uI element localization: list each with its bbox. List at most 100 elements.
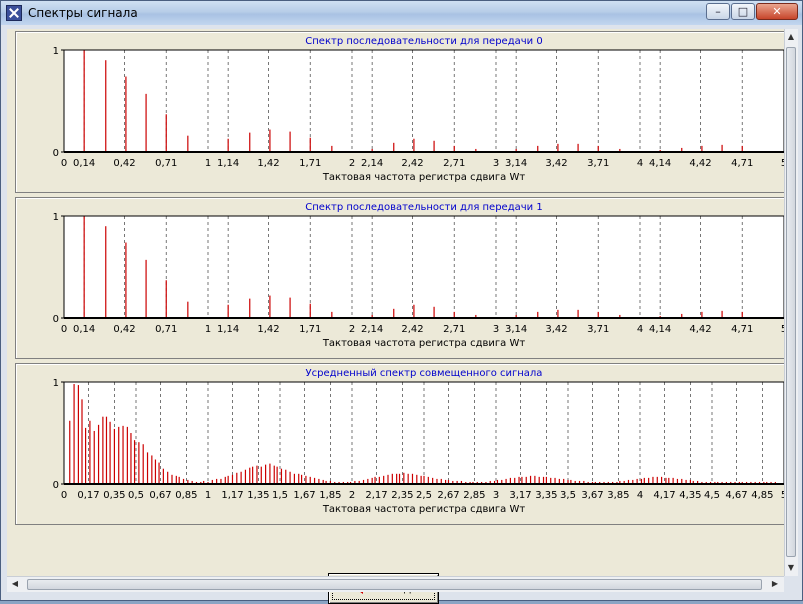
client-area: Спектр последовательности для передачи 0…	[7, 29, 787, 604]
x-tick-label: 4,17	[653, 490, 675, 501]
vertical-scroll-thumb[interactable]	[786, 47, 796, 557]
x-tick-label: 3	[493, 158, 499, 169]
app-icon[interactable]	[6, 5, 22, 21]
x-tick-label: 3,14	[505, 158, 527, 169]
x-tick-label: 0,14	[73, 324, 95, 335]
chart-svg: Усредненный спектр совмещенного сигнала 1…	[53, 368, 787, 515]
x-tick-label: 2	[349, 324, 355, 335]
x-tick-label: 0,42	[113, 158, 135, 169]
x-tick-label: 0,71	[155, 158, 177, 169]
x-tick-label: 2,35	[391, 490, 413, 501]
chart-title: Спектр последовательности для передачи 0	[305, 36, 542, 47]
x-tick-label: 1	[205, 324, 211, 335]
x-tick-label: 0	[61, 490, 67, 501]
x-tick-label: 0,35	[103, 490, 125, 501]
x-tick-label: 0,17	[77, 490, 99, 501]
x-tick-label: 4,71	[731, 158, 753, 169]
chart-svg: Спектр последовательности для передачи 0…	[53, 36, 787, 183]
x-tick-label: 2,85	[463, 490, 485, 501]
x-tick-label: 1,14	[217, 158, 239, 169]
x-tick-label: 4,71	[731, 324, 753, 335]
chart-title: Спектр последовательности для передачи 1	[305, 202, 542, 213]
x-tick-label: 4	[637, 324, 643, 335]
x-tick-label: 3,67	[581, 490, 603, 501]
x-tick-label: 3,14	[505, 324, 527, 335]
scroll-up-arrow-icon[interactable]: ▲	[785, 32, 797, 41]
x-axis-label: Тактовая частота регистра сдвига Wт	[322, 504, 526, 515]
x-axis-label: Тактовая частота регистра сдвига Wт	[322, 338, 526, 349]
minimize-button[interactable]: –	[706, 3, 730, 20]
x-tick-label: 3,85	[607, 490, 629, 501]
x-tick-label: 3,35	[535, 490, 557, 501]
application-window: Спектры сигнала – □ ✕ Спектр последовате…	[0, 0, 803, 604]
plot-area	[64, 216, 784, 318]
x-tick-label: 0,42	[113, 324, 135, 335]
horizontal-scrollbar[interactable]: ◀ ▶	[7, 576, 784, 592]
x-tick-label: 3	[493, 324, 499, 335]
x-tick-label: 3,71	[587, 324, 609, 335]
x-tick-label: 4,67	[725, 490, 747, 501]
x-tick-label: 1,67	[293, 490, 315, 501]
x-tick-label: 2,71	[443, 158, 465, 169]
close-button[interactable]: ✕	[756, 3, 798, 20]
chart-panel-transmit-1: Спектр последовательности для передачи 1…	[15, 197, 787, 359]
x-tick-label: 4,85	[751, 490, 773, 501]
scroll-right-arrow-icon[interactable]: ▶	[769, 579, 781, 588]
x-tick-label: 2,67	[437, 490, 459, 501]
chart-title: Усредненный спектр совмещенного сигнала	[306, 368, 543, 379]
x-tick-label: 1,17	[221, 490, 243, 501]
title-bar[interactable]: Спектры сигнала – □ ✕	[1, 1, 802, 25]
maximize-button[interactable]: □	[731, 3, 755, 20]
x-tick-label: 0,14	[73, 158, 95, 169]
x-tick-label: 1,42	[257, 324, 279, 335]
x-tick-label: 2,42	[401, 324, 423, 335]
x-tick-label: 1,71	[299, 158, 321, 169]
x-tick-label: 4	[637, 490, 643, 501]
horizontal-scroll-thumb[interactable]	[27, 579, 762, 590]
x-tick-label: 4	[637, 158, 643, 169]
x-tick-label: 4,35	[679, 490, 701, 501]
x-tick-label: 0,71	[155, 324, 177, 335]
x-tick-label: 1,85	[319, 490, 341, 501]
x-tick-label: 2,71	[443, 324, 465, 335]
x-tick-label: 2,14	[361, 324, 383, 335]
x-tick-label: 3,42	[545, 324, 567, 335]
y-tick-label: 0	[53, 480, 59, 491]
x-tick-label: 1	[205, 490, 211, 501]
x-tick-label: 2	[349, 158, 355, 169]
y-tick-label: 0	[53, 314, 59, 325]
x-tick-label: 4,14	[649, 158, 671, 169]
x-tick-label: 0,85	[175, 490, 197, 501]
x-tick-label: 0	[61, 324, 67, 335]
x-tick-label: 0,67	[149, 490, 171, 501]
y-tick-label: 1	[53, 212, 59, 223]
x-tick-label: 1,71	[299, 324, 321, 335]
y-tick-label: 1	[53, 378, 59, 389]
x-tick-label: 4,5	[704, 490, 720, 501]
vertical-scrollbar[interactable]: ▲ ▼	[784, 29, 798, 576]
x-tick-label: 1	[205, 158, 211, 169]
x-tick-label: 1,5	[272, 490, 288, 501]
chart-panel-transmit-0: Спектр последовательности для передачи 0…	[15, 31, 787, 193]
x-axis-label: Тактовая частота регистра сдвига Wт	[322, 172, 526, 183]
x-tick-label: 2,14	[361, 158, 383, 169]
x-tick-label: 1,42	[257, 158, 279, 169]
x-tick-label: 0	[61, 158, 67, 169]
x-tick-label: 0,5	[128, 490, 144, 501]
y-tick-label: 0	[53, 148, 59, 159]
x-tick-label: 3,17	[509, 490, 531, 501]
x-tick-label: 2,17	[365, 490, 387, 501]
window-title: Спектры сигнала	[28, 6, 138, 20]
scroll-left-arrow-icon[interactable]: ◀	[9, 579, 21, 588]
chart-panel-averaged: Усредненный спектр совмещенного сигнала 1…	[15, 363, 787, 525]
x-tick-label: 3,5	[560, 490, 576, 501]
x-tick-label: 1,14	[217, 324, 239, 335]
x-tick-label: 1,35	[247, 490, 269, 501]
plot-area	[64, 50, 784, 152]
x-tick-label: 2	[349, 490, 355, 501]
x-tick-label: 4,42	[689, 324, 711, 335]
scroll-down-arrow-icon[interactable]: ▼	[785, 563, 797, 572]
y-tick-label: 1	[53, 46, 59, 57]
x-tick-label: 4,14	[649, 324, 671, 335]
x-tick-label: 3	[493, 490, 499, 501]
